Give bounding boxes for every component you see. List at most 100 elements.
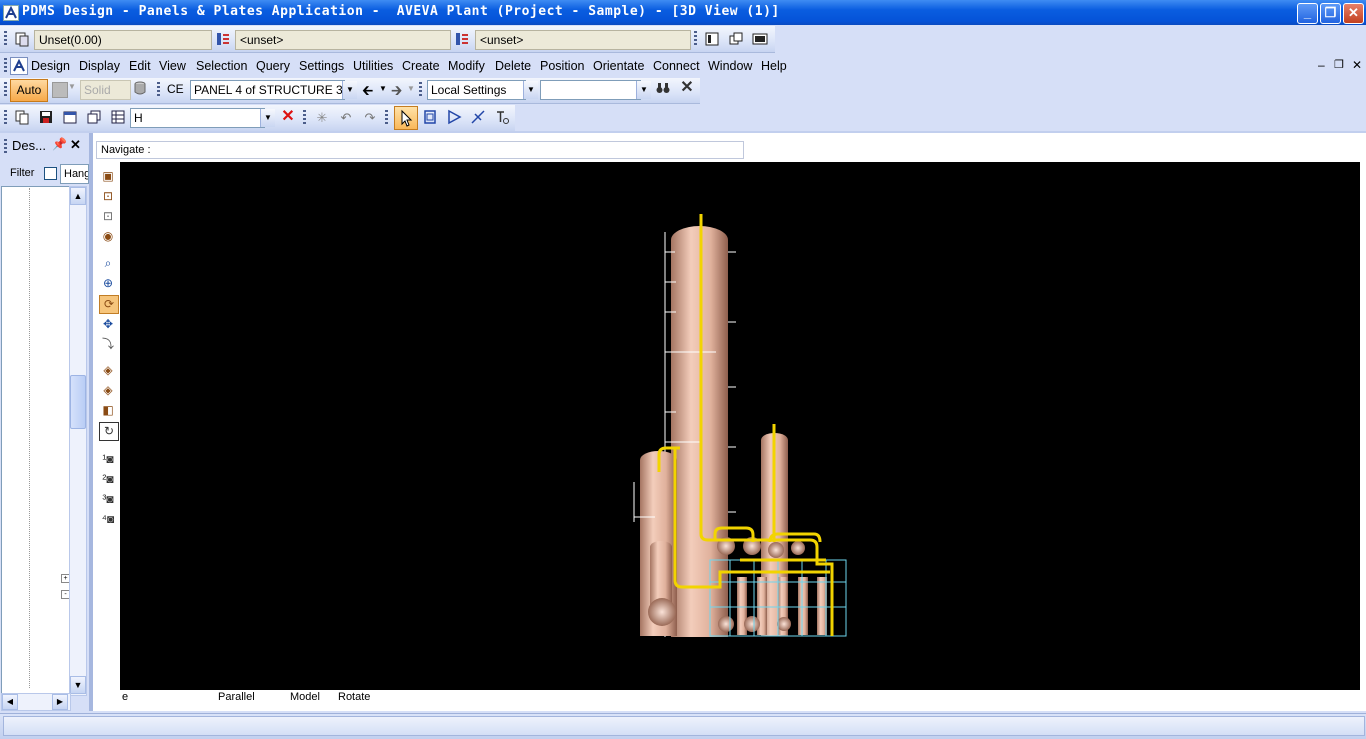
measure-icon[interactable] (469, 109, 487, 127)
units-field[interactable]: Unset(0.00) (34, 30, 212, 50)
toolbar-grip[interactable] (4, 82, 7, 98)
menu-grip[interactable] (4, 58, 7, 74)
toolbar-grip[interactable] (385, 110, 388, 126)
zoom-in-icon[interactable]: ⊕ (99, 275, 117, 292)
walk-icon[interactable]: ▣ (99, 168, 117, 185)
mdi-close-button[interactable]: ✕ (1352, 58, 1362, 72)
camera-1-icon[interactable]: ¹◙ (99, 451, 117, 468)
close-button[interactable]: ✕ (1343, 3, 1364, 24)
window-save-icon[interactable] (61, 109, 79, 127)
mdi-minimize-button[interactable]: – (1318, 58, 1325, 72)
menu-query[interactable]: Query (256, 58, 290, 74)
clear-x-icon[interactable]: ✕ (678, 79, 696, 97)
navigate-field[interactable]: Navigate : (96, 141, 744, 159)
rotate-icon[interactable]: ⟳ (99, 295, 119, 314)
scroll-left-icon[interactable]: ◀ (2, 694, 18, 710)
camera-3-icon[interactable]: ³◙ (99, 491, 117, 508)
text-tool-icon[interactable] (493, 109, 511, 127)
ce-box-icon[interactable]: ◈ (99, 382, 117, 399)
toolbar-grip[interactable] (157, 82, 160, 98)
tree-vertical-scrollbar[interactable] (69, 186, 87, 696)
grid-icon[interactable] (109, 109, 127, 127)
menu-view[interactable]: View (159, 58, 186, 74)
menu-utilities[interactable]: Utilities (353, 58, 393, 74)
panel-close-icon[interactable]: ✕ (70, 137, 81, 153)
color-dropdown-icon[interactable]: ▼ (68, 82, 76, 91)
menu-settings[interactable]: Settings (299, 58, 344, 74)
auto-button[interactable]: Auto (10, 79, 48, 102)
zoom-icon[interactable]: ⌕ (99, 255, 117, 272)
copy-icon[interactable] (13, 109, 31, 127)
menu-position[interactable]: Position (540, 58, 584, 74)
forward-arrow-icon[interactable]: 🡲 (391, 80, 402, 104)
clip-box-icon[interactable]: ◈ (99, 362, 117, 379)
scroll-right-icon[interactable]: ▶ (52, 694, 68, 710)
window-restore-icon[interactable] (85, 109, 103, 127)
settings-combo[interactable]: Local Settings (427, 80, 526, 100)
camera-4-icon[interactable]: ⁴◙ (99, 511, 117, 528)
zoom-limits-icon[interactable]: ⊡ (99, 188, 117, 205)
current-element-combo[interactable]: PANEL 4 of STRUCTURE 36 (190, 80, 345, 100)
explode-icon[interactable]: ✳ (313, 109, 331, 127)
toolbar-grip[interactable] (4, 110, 7, 126)
tree-scroll-thumb[interactable] (70, 375, 86, 429)
solid-combo[interactable]: Solid (80, 80, 131, 100)
look-icon[interactable]: ◉ (99, 228, 117, 245)
menu-connect[interactable]: Connect (653, 58, 700, 74)
menu-display[interactable]: Display (79, 58, 120, 74)
toolbar-grip[interactable] (303, 110, 306, 126)
list-icon[interactable] (214, 31, 232, 49)
refresh-icon[interactable]: ↻ (99, 422, 119, 441)
delete-x-icon[interactable]: ✕ (279, 108, 297, 126)
unset-field-1[interactable]: <unset> (235, 30, 451, 50)
binoculars-icon[interactable] (654, 80, 672, 98)
windows-icon[interactable] (727, 31, 745, 49)
design-tree[interactable] (1, 186, 71, 696)
color-swatch[interactable] (52, 82, 68, 98)
display-icon[interactable] (751, 31, 769, 49)
list-icon-2[interactable] (453, 31, 471, 49)
scroll-down-icon[interactable]: ▼ (70, 676, 86, 694)
minimize-button[interactable]: _ (1297, 3, 1318, 24)
undo-icon[interactable]: ↶ (337, 109, 355, 127)
pan-icon[interactable]: ✥ (99, 316, 117, 333)
frame-icon[interactable] (421, 109, 439, 127)
document-icon[interactable] (13, 31, 31, 49)
name-dropdown-icon[interactable]: ▼ (260, 109, 275, 127)
menu-delete[interactable]: Delete (495, 58, 531, 74)
blank-combo[interactable] (540, 80, 641, 100)
menu-modify[interactable]: Modify (448, 58, 485, 74)
3d-viewport[interactable] (120, 162, 1360, 690)
settings-dropdown-icon[interactable]: ▼ (523, 81, 538, 99)
filter-combo[interactable]: Hang (60, 164, 89, 184)
menu-help[interactable]: Help (761, 58, 787, 74)
panel-icon[interactable] (703, 31, 721, 49)
fly-icon[interactable]: ⤵ (99, 336, 117, 353)
ce-dropdown-icon[interactable]: ▼ (342, 81, 357, 99)
menu-selection[interactable]: Selection (196, 58, 247, 74)
menu-design[interactable]: Design (31, 58, 70, 74)
toolbar-grip[interactable] (4, 31, 7, 47)
play-icon[interactable] (445, 109, 463, 127)
scroll-up-icon[interactable]: ▲ (70, 187, 86, 205)
panel-grip[interactable] (4, 139, 7, 155)
save-icon[interactable] (37, 109, 55, 127)
menu-edit[interactable]: Edit (129, 58, 151, 74)
filter-checkbox[interactable] (44, 167, 57, 180)
back-arrow-icon[interactable]: 🡰 (362, 80, 373, 104)
zoom-selection-icon[interactable]: ⊡ (99, 208, 117, 225)
restore-button[interactable]: ❐ (1320, 3, 1341, 24)
forward-dropdown-icon[interactable]: ▼ (407, 84, 415, 93)
menu-orientate[interactable]: Orientate (593, 58, 644, 74)
back-dropdown-icon[interactable]: ▼ (379, 84, 387, 93)
toolbar-grip[interactable] (694, 31, 697, 47)
aveva-menu-icon[interactable] (10, 57, 28, 75)
redo-icon[interactable]: ↷ (361, 109, 379, 127)
blank-dropdown-icon[interactable]: ▼ (636, 81, 651, 99)
toolbar-grip[interactable] (419, 82, 422, 98)
section-icon[interactable]: ◧ (99, 402, 117, 419)
menu-window[interactable]: Window (708, 58, 752, 74)
cylinder-icon[interactable] (131, 80, 149, 98)
pin-icon[interactable]: 📌 (52, 137, 67, 151)
mdi-restore-button[interactable]: ❐ (1334, 58, 1344, 71)
